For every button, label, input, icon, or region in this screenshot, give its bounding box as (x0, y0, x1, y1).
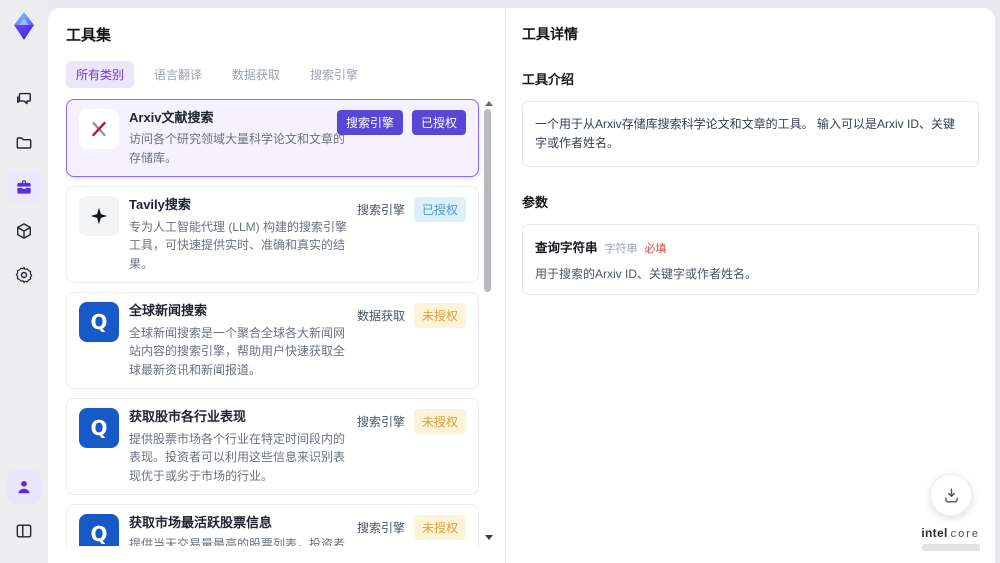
tool-description: 专为人工智能代理 (LLM) 构建的搜索引擎工具，可快速提供实时、准确和真实的结… (129, 219, 348, 271)
tool-card-active-stocks[interactable]: Q 获取市场最活跃股票信息 提供当天交易量最高的股票列表，投资者可以利用这些信息… (66, 504, 479, 546)
category-badge: 搜索引擎 (356, 521, 405, 536)
tool-name: Tavily搜索 (129, 197, 191, 213)
tool-description: 提供股票市场各个行业在特定时间段内的表现。投资者可以利用这些信息来识别表现优于或… (129, 431, 346, 483)
category-badge: 搜索引擎 (336, 110, 403, 135)
arxiv-tool-icon (79, 109, 119, 149)
panel-toggle-icon (16, 524, 32, 538)
tool-card-arxiv[interactable]: Arxiv文献搜索 访问各个研究领域大量科学论文和文章的存储库。 搜索引擎 已授… (66, 99, 479, 178)
auth-status-badge: 未授权 (413, 409, 466, 435)
app-logo-icon (14, 12, 34, 40)
tab-language-translation[interactable]: 语言翻译 (144, 61, 212, 88)
main-panel: 工具集 所有类别 语言翻译 数据获取 搜索引擎 Arxiv文献搜索 访问各个研究… (48, 8, 995, 563)
parameter-card: 查询字符串 字符串 必填 用于搜索的Arxiv ID、关键字或作者姓名。 (522, 224, 979, 296)
param-description: 用于搜索的Arxiv ID、关键字或作者姓名。 (535, 267, 758, 282)
tool-card-tavily[interactable]: Tavily搜索 专为人工智能代理 (LLM) 构建的搜索引擎工具，可快速提供实… (66, 186, 479, 284)
params-heading: 参数 (522, 195, 549, 211)
param-name: 查询字符串 (535, 241, 598, 256)
sidebar-item-files[interactable] (7, 126, 41, 160)
tool-name: 获取股市各行业表现 (129, 409, 247, 425)
tool-details-panel: 工具详情 工具介绍 一个用于从Arxiv存储库搜索科学论文和文章的工具。 输入可… (505, 8, 995, 563)
tavily-tool-icon (79, 196, 119, 237)
news-search-tool-icon: Q (79, 302, 119, 343)
tool-description: 全球新闻搜索是一个聚合全球各大新闻网站内容的搜索引擎，帮助用户快速获取全球最新资… (129, 325, 346, 377)
page-title: 工具集 (66, 27, 112, 44)
intel-core-logo: intel core (921, 525, 980, 551)
cube-icon (17, 223, 31, 239)
tool-list: Arxiv文献搜索 访问各个研究领域大量科学论文和文章的存储库。 搜索引擎 已授… (66, 99, 493, 546)
category-badge: 搜索引擎 (356, 203, 405, 218)
param-required-flag: 必填 (644, 243, 667, 256)
download-button[interactable] (930, 474, 972, 516)
sidebar-item-settings[interactable] (7, 258, 41, 292)
user-icon (18, 481, 30, 494)
tab-search-engine[interactable]: 搜索引擎 (300, 61, 368, 88)
gear-icon (15, 266, 33, 284)
auth-status-badge: 未授权 (413, 303, 466, 329)
details-title: 工具详情 (522, 26, 578, 42)
category-badge: 数据获取 (356, 309, 405, 324)
ultra-watermark (922, 544, 980, 551)
tab-data-fetch[interactable]: 数据获取 (222, 61, 290, 88)
tool-card-global-news[interactable]: Q 全球新闻搜索 全球新闻搜索是一个聚合全球各大新闻网站内容的搜索引擎，帮助用户… (66, 292, 479, 390)
active-stocks-tool-icon: Q (79, 514, 119, 546)
sidebar (0, 0, 48, 563)
stock-sector-tool-icon: Q (79, 408, 119, 449)
intel-wordmark: intel (921, 526, 948, 540)
tool-name: Arxiv文献搜索 (129, 110, 214, 125)
core-wordmark: core (950, 528, 980, 540)
tool-description: 访问各个研究领域大量科学论文和文章的存储库。 (129, 132, 346, 165)
sidebar-item-tools[interactable] (7, 170, 41, 204)
tool-name: 获取市场最活跃股票信息 (129, 515, 273, 531)
briefcase-icon (17, 180, 31, 194)
list-scrollbar[interactable] (483, 99, 493, 546)
tools-list-panel: 工具集 所有类别 语言翻译 数据获取 搜索引擎 Arxiv文献搜索 访问各个研究… (48, 8, 505, 563)
tool-name: 全球新闻搜索 (129, 303, 208, 319)
auth-status-badge: 已授权 (411, 110, 466, 135)
sidebar-item-chat[interactable] (7, 82, 41, 116)
tool-intro-text: 一个用于从Arxiv存储库搜索科学论文和文章的工具。 输入可以是Arxiv ID… (522, 101, 979, 168)
scroll-down-arrow-icon[interactable] (485, 535, 493, 540)
scrollbar-thumb[interactable] (484, 109, 491, 292)
sidebar-item-models[interactable] (7, 214, 41, 248)
sidebar-item-collapse[interactable] (7, 514, 41, 548)
tab-all-categories[interactable]: 所有类别 (66, 61, 135, 88)
sidebar-item-account[interactable] (7, 470, 41, 504)
category-badge: 搜索引擎 (356, 415, 405, 430)
auth-status-badge: 已授权 (413, 197, 466, 223)
scroll-up-arrow-icon[interactable] (485, 101, 493, 106)
folder-icon (16, 137, 32, 149)
tool-description: 提供当天交易量最高的股票列表，投资者可以利用这些信息来识别流动性强的股票和潜在的… (129, 537, 346, 546)
category-tabs: 所有类别 语言翻译 数据获取 搜索引擎 (66, 61, 493, 88)
param-type: 字符串 (604, 243, 638, 256)
chat-icon (17, 92, 31, 105)
download-icon (944, 487, 958, 503)
tool-card-sector-performance[interactable]: Q 获取股市各行业表现 提供股票市场各个行业在特定时间段内的表现。投资者可以利用… (66, 398, 479, 496)
intro-heading: 工具介绍 (522, 72, 575, 87)
auth-status-badge: 未授权 (413, 515, 466, 541)
